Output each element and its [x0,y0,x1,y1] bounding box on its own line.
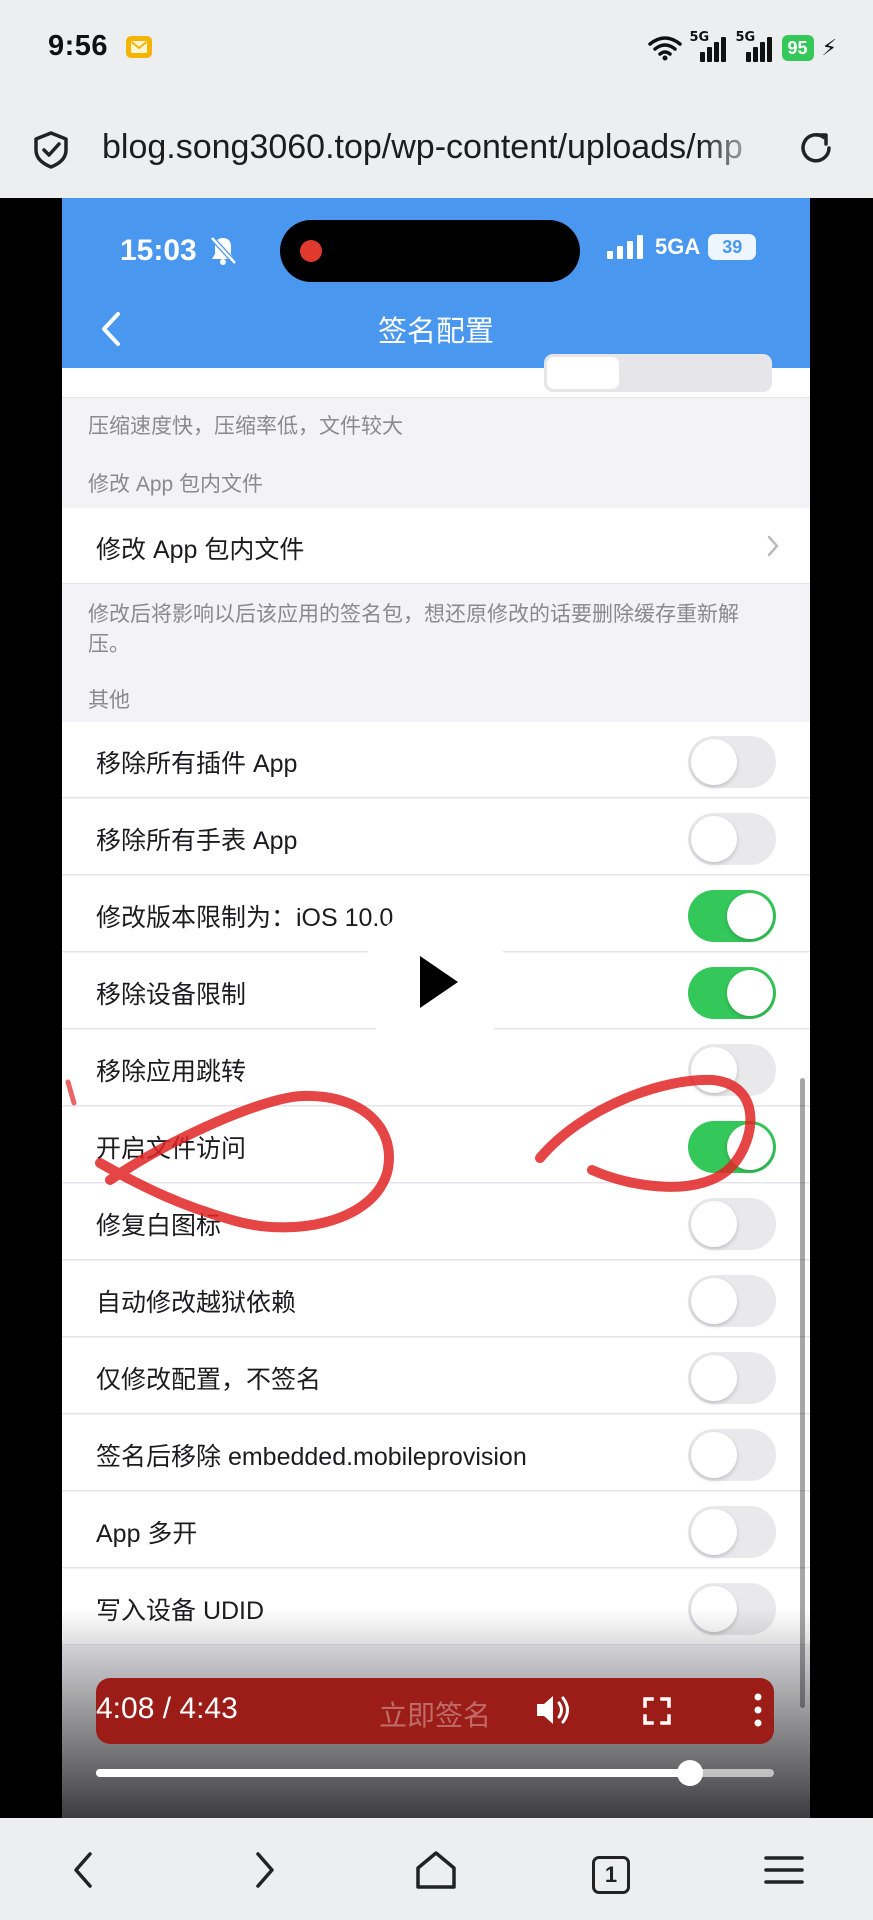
toggle-label: 自动修改越狱依赖 [96,1289,297,1317]
toggle-row[interactable]: 仅修改配置，不签名 [62,1338,810,1414]
video-time: 4:08 / 4:43 [96,1692,238,1725]
toggle-knob [727,1124,773,1170]
toggle-label: 修复白图标 [96,1212,222,1240]
toggle-knob [727,893,773,939]
bell-muted-icon [210,236,237,265]
chevron-right-icon [767,535,779,557]
toggle-label: 移除应用跳转 [96,1058,247,1086]
toggle-label: 签名后移除 embedded.mobileprovision [96,1443,527,1471]
video-progress-played [96,1769,690,1777]
toggle-knob [691,1432,737,1478]
system-time: 9:56 [48,30,109,62]
shield-check-icon[interactable] [32,130,70,170]
network-type: 5GA [655,234,701,259]
url-address[interactable]: blog.song3060.top/wp-content/uploads/mp [102,128,767,170]
charging-icon: ⚡ [821,35,837,60]
dynamic-island [280,220,580,282]
toggle-switch[interactable] [688,890,776,942]
toggle-row[interactable]: 移除所有插件 App [62,722,810,798]
toggle-switch[interactable] [688,967,776,1019]
toggle-knob [691,1509,737,1555]
toggle-label: 仅修改配置，不签名 [96,1366,322,1394]
nav-title: 签名配置 [377,316,494,348]
modify-note: 修改后将影响以后该应用的签名包，想还原修改的话要删除缓存重新解压。 [88,603,739,656]
toggle-label: 修改版本限制为：iOS 10.0 [96,904,394,932]
home-icon[interactable] [412,1846,460,1894]
toggle-switch[interactable] [688,1121,776,1173]
toggle-row[interactable]: 自动修改越狱依赖 [62,1261,810,1337]
browser-bottom-bar [0,1818,873,1920]
browser-url-bar: blog.song3060.top/wp-content/uploads/mp [0,100,873,198]
section-header-other: 其他 [88,689,130,712]
tabs-icon[interactable]: 1 [592,1856,630,1894]
video-player[interactable]: 15:03 5GA 39 签名配置 压缩速度快，压缩率低，文件较大 修改 App… [62,198,810,1818]
toggle-row[interactable]: 修复白图标 [62,1184,810,1260]
toggle-switch[interactable] [688,1275,776,1327]
toggle-row[interactable]: 签名后移除 embedded.mobileprovision [62,1415,810,1491]
modify-package-cell[interactable]: 修改 App 包内文件 [62,508,810,584]
toggle-switch[interactable] [688,1198,776,1250]
toggle-label: 开启文件访问 [96,1135,247,1163]
signal-5g-icon: 5G [690,30,728,64]
toggle-knob [691,1201,737,1247]
section-header-modify: 修改 App 包内文件 [88,473,264,496]
cell-label: 修改 App 包内文件 [96,536,305,564]
toggle-row[interactable]: 开启文件访问 [62,1107,810,1183]
toggle-label: App 多开 [96,1520,198,1548]
recording-time: 15:03 [120,234,197,267]
play-icon [420,956,458,1008]
back-icon[interactable] [62,1846,110,1894]
toggle-label: 移除所有手表 App [96,827,298,855]
toggle-switch[interactable] [688,1044,776,1096]
recording-dot [300,240,322,262]
cellular-signal-icon [607,235,647,259]
battery-level: 95 [781,35,814,61]
compression-row [62,354,810,398]
mail-notification-icon [126,36,152,58]
play-button[interactable] [360,908,510,1058]
toggle-switch[interactable] [688,1352,776,1404]
video-progress-track[interactable] [96,1760,774,1786]
toggle-switch[interactable] [688,736,776,788]
toggle-label: 移除所有插件 App [96,750,298,778]
toggle-knob [691,1278,737,1324]
toggle-switch[interactable] [688,813,776,865]
video-progress-thumb[interactable] [676,1760,703,1786]
more-vertical-icon[interactable] [752,1692,764,1728]
fullscreen-icon[interactable] [642,1696,672,1726]
compression-note: 压缩速度快，压缩率低，文件较大 [88,415,403,438]
toggle-knob [727,970,773,1016]
menu-icon[interactable] [760,1846,808,1894]
wifi-icon [647,36,682,61]
toggle-knob [691,816,737,862]
ios-header: 15:03 5GA 39 签名配置 [62,198,810,368]
toggle-switch[interactable] [688,1506,776,1558]
compression-segmented-control[interactable] [544,354,772,392]
reload-icon[interactable] [796,128,836,168]
toggle-knob [691,1355,737,1401]
ios-battery: 39 [708,234,757,260]
forward-icon[interactable] [238,1846,286,1894]
system-status-bar: 9:56 5G 5G 95 ⚡ [0,0,873,100]
toggle-switch[interactable] [688,1429,776,1481]
signal-5g-icon: 5G [736,30,774,64]
volume-icon[interactable] [534,1692,574,1728]
toggle-row[interactable]: App 多开 [62,1492,810,1568]
toggle-knob [691,739,737,785]
settings-list: 压缩速度快，压缩率低，文件较大 修改 App 包内文件 修改 App 包内文件 … [62,354,810,1818]
toggle-label: 移除设备限制 [96,981,247,1009]
toggle-knob [691,1047,737,1093]
toggle-row[interactable]: 移除所有手表 App [62,799,810,875]
